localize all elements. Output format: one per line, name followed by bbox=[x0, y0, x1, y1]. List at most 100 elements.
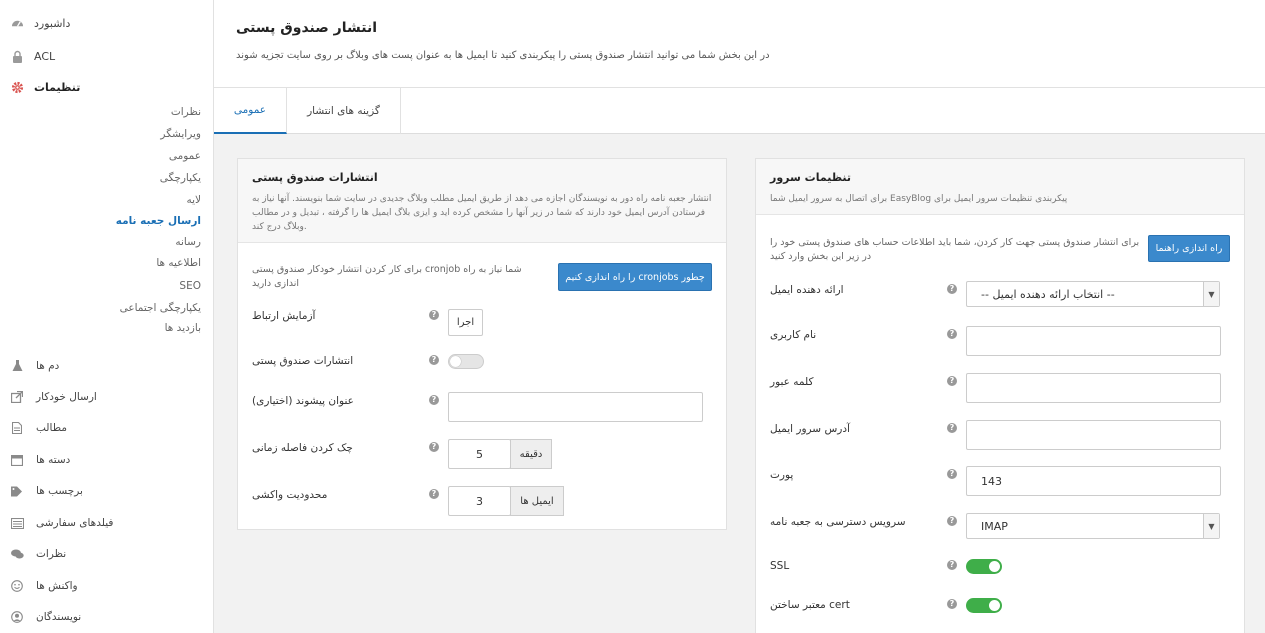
publishing-toggle[interactable] bbox=[448, 354, 484, 369]
validate-cert-label: معتبر ساختن cert bbox=[770, 599, 850, 611]
sidebar-item-label: مطالب bbox=[36, 422, 67, 434]
toggle-knob bbox=[989, 561, 1000, 572]
setup-guide-button[interactable]: راه اندازی راهنما bbox=[1148, 235, 1230, 262]
sidebar-subitem-remote-publishing[interactable]: ارسال جعبه نامه bbox=[116, 215, 201, 227]
sidebar-item-themes[interactable]: دم ها bbox=[0, 354, 214, 378]
sidebar-item-label: تنظیمات bbox=[34, 80, 81, 94]
sidebar-item-label: دم ها bbox=[36, 360, 60, 372]
port-input[interactable]: 143 bbox=[966, 466, 1221, 496]
sidebar-item-authors[interactable]: نویسندگان bbox=[0, 605, 214, 629]
setup-note: برای انتشار صندوق پستی جهت کار کردن، شما… bbox=[770, 237, 1140, 262]
panel-title: تنظیمات سرور bbox=[770, 171, 852, 184]
service-select[interactable]: IMAP ▼ bbox=[966, 513, 1220, 539]
interval-unit: دقیقه bbox=[510, 439, 552, 469]
mailbox-publishing-panel: انتشارات صندوق پستی انتشار جعبه نامه راه… bbox=[237, 158, 727, 530]
help-icon[interactable]: ? bbox=[947, 284, 957, 294]
document-icon bbox=[10, 421, 24, 435]
help-icon[interactable]: ? bbox=[429, 310, 439, 320]
panel-header: انتشارات صندوق پستی انتشار جعبه نامه راه… bbox=[238, 159, 726, 243]
publishing-toggle-label: انتشارات صندوق پستی bbox=[252, 355, 354, 367]
sidebar-item-label: ACL bbox=[34, 49, 56, 63]
provider-select[interactable]: -- انتخاب ارائه دهنده ایمیل -- ▼ bbox=[966, 281, 1220, 307]
limit-unit: ایمیل ها bbox=[510, 486, 564, 516]
username-input[interactable] bbox=[966, 326, 1221, 356]
sidebar-subitem-comments[interactable]: نظرات bbox=[171, 106, 201, 118]
sidebar-subitem-general[interactable]: عمومی bbox=[169, 150, 201, 162]
test-connection-label: آزمایش ارتباط bbox=[252, 310, 316, 322]
help-icon[interactable]: ? bbox=[429, 395, 439, 405]
tab-bar: عمومی گزینه های انتشار bbox=[214, 88, 1265, 134]
toggle-knob bbox=[450, 356, 461, 367]
toggle-knob bbox=[989, 600, 1000, 611]
help-icon[interactable]: ? bbox=[947, 329, 957, 339]
panel-title: انتشارات صندوق پستی bbox=[252, 171, 378, 184]
help-icon[interactable]: ? bbox=[429, 442, 439, 452]
sidebar-item-reactions[interactable]: واکنش ها bbox=[0, 574, 214, 598]
password-label: کلمه عبور bbox=[770, 376, 814, 388]
username-label: نام کاربری bbox=[770, 329, 817, 341]
help-icon[interactable]: ? bbox=[429, 489, 439, 499]
help-icon[interactable]: ? bbox=[947, 516, 957, 526]
service-select-value: IMAP bbox=[981, 519, 1008, 533]
sidebar-item-categories[interactable]: دسته ها bbox=[0, 448, 214, 472]
sidebar-item-comments[interactable]: نظرات bbox=[0, 542, 214, 566]
sidebar: داشبورد ACL تنظیمات نظرات ویرایشگر عمومی… bbox=[0, 0, 214, 633]
sidebar-subitem-seo[interactable]: SEO bbox=[179, 280, 201, 292]
panel-description: برای اتصال به سرور ایمیل شما EasyBlog پی… bbox=[770, 194, 1068, 204]
ssl-toggle[interactable] bbox=[966, 559, 1002, 574]
server-label: آدرس سرور ایمیل bbox=[770, 423, 850, 435]
sidebar-item-autopost[interactable]: ارسال خودکار bbox=[0, 385, 214, 409]
sidebar-subitem-integration[interactable]: یکپارچگی bbox=[160, 172, 201, 184]
validate-cert-toggle[interactable] bbox=[966, 598, 1002, 613]
sidebar-item-acl[interactable]: ACL bbox=[0, 43, 214, 69]
dashboard-icon bbox=[10, 16, 24, 30]
smile-icon bbox=[10, 579, 24, 593]
help-icon[interactable]: ? bbox=[947, 376, 957, 386]
sidebar-item-dashboard[interactable]: داشبورد bbox=[0, 10, 214, 36]
server-input[interactable] bbox=[966, 420, 1221, 450]
panel-header: تنظیمات سرور برای اتصال به سرور ایمیل شم… bbox=[756, 159, 1244, 215]
provider-label: ارائه دهنده ایمیل bbox=[770, 284, 844, 296]
user-icon bbox=[10, 610, 24, 624]
server-settings-panel: تنظیمات سرور برای اتصال به سرور ایمیل شم… bbox=[755, 158, 1245, 633]
comments-icon bbox=[10, 547, 24, 561]
tab-publishing-options[interactable]: گزینه های انتشار bbox=[287, 88, 401, 134]
sidebar-item-label: دسته ها bbox=[36, 454, 71, 466]
fetch-limit-label: محدودیت واکشی bbox=[252, 489, 328, 501]
sidebar-subitem-social[interactable]: یکپارچگی اجتماعی bbox=[120, 302, 201, 314]
sidebar-item-label: برچسب ها bbox=[36, 485, 83, 497]
chevron-down-icon: ▼ bbox=[1203, 282, 1219, 306]
tab-general[interactable]: عمومی bbox=[214, 88, 287, 134]
sidebar-item-posts[interactable]: مطالب bbox=[0, 416, 214, 440]
help-icon[interactable]: ? bbox=[429, 355, 439, 365]
sidebar-subitem-media[interactable]: رسانه bbox=[175, 236, 201, 248]
help-icon[interactable]: ? bbox=[947, 423, 957, 433]
password-input[interactable] bbox=[966, 373, 1221, 403]
help-icon[interactable]: ? bbox=[947, 560, 957, 570]
folder-icon bbox=[10, 453, 24, 467]
sidebar-item-custom-fields[interactable]: فیلدهای سفارشی bbox=[0, 511, 214, 535]
sidebar-subitem-views[interactable]: بازدید ها bbox=[165, 322, 201, 334]
title-prefix-input[interactable] bbox=[448, 392, 703, 422]
sidebar-item-settings[interactable]: تنظیمات bbox=[0, 74, 214, 100]
cron-note: برای کار کردن انتشار خودکار صندوق پستی c… bbox=[252, 264, 522, 289]
chevron-down-icon: ▼ bbox=[1203, 514, 1219, 538]
tag-icon bbox=[10, 484, 24, 498]
cron-setup-button[interactable]: را راه اندازی کنیم cronjobs چطور bbox=[558, 263, 712, 291]
sidebar-item-tags[interactable]: برچسب ها bbox=[0, 479, 214, 503]
page-header: انتشار صندوق پستی در این بخش شما می توان… bbox=[214, 0, 1265, 88]
run-test-button[interactable]: اجرا bbox=[448, 309, 483, 336]
help-icon[interactable]: ? bbox=[947, 469, 957, 479]
page-title: انتشار صندوق پستی bbox=[236, 20, 378, 36]
flask-icon bbox=[10, 359, 24, 373]
sidebar-item-label: ارسال خودکار bbox=[36, 391, 97, 403]
sidebar-subitem-editor[interactable]: ویرایشگر bbox=[160, 128, 201, 140]
form-icon bbox=[10, 516, 24, 530]
gear-icon bbox=[10, 80, 24, 94]
fetch-limit-input[interactable]: 3 bbox=[448, 486, 511, 516]
sidebar-subitem-notifications[interactable]: اطلاعیه ها bbox=[156, 257, 201, 269]
sidebar-subitem-layout[interactable]: لایه bbox=[186, 194, 201, 206]
title-prefix-label: عنوان پیشوند (اختیاری) bbox=[252, 395, 354, 407]
help-icon[interactable]: ? bbox=[947, 599, 957, 609]
check-interval-input[interactable]: 5 bbox=[448, 439, 511, 469]
